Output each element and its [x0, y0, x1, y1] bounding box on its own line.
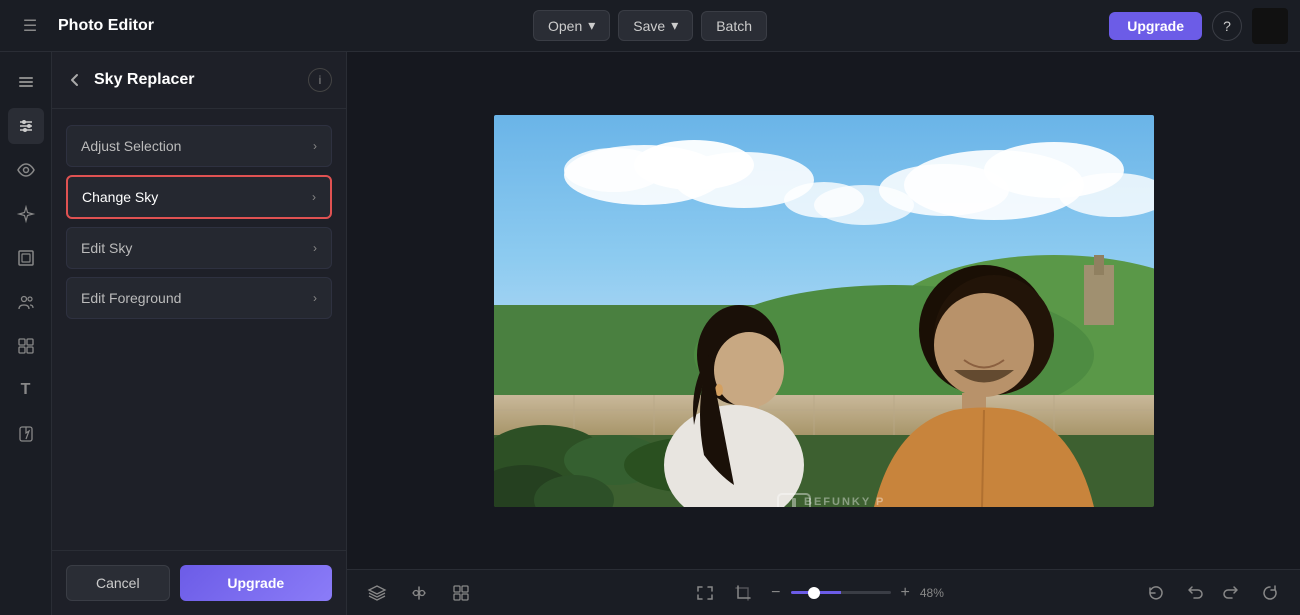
adjust-selection-label: Adjust Selection	[81, 138, 181, 154]
help-button[interactable]: ?	[1212, 11, 1242, 41]
hamburger-menu-button[interactable]: ☰	[12, 8, 48, 44]
app-title: Photo Editor	[58, 17, 154, 35]
topbar: ☰ Photo Editor Open ▾ Save ▾ Batch Upgra…	[0, 0, 1300, 52]
adjust-bottom-button[interactable]	[405, 579, 433, 607]
open-button[interactable]: Open ▾	[533, 10, 610, 41]
change-sky-chevron-icon: ›	[312, 190, 316, 204]
zoom-in-button[interactable]: +	[897, 580, 914, 606]
eye-icon	[16, 160, 36, 180]
sidebar-grid-button[interactable]	[8, 328, 44, 364]
undo-button[interactable]	[1180, 579, 1208, 607]
edit-sky-label: Edit Sky	[81, 240, 132, 256]
cancel-button[interactable]: Cancel	[66, 565, 170, 601]
panel-item-change-sky[interactable]: Change Sky ›	[66, 175, 332, 219]
text-icon: T	[21, 381, 31, 399]
adjust-sliders-icon	[16, 116, 36, 136]
open-chevron-icon: ▾	[588, 17, 595, 34]
crop-zoom-button[interactable]	[729, 579, 757, 607]
panel-back-button[interactable]	[66, 71, 84, 89]
sidebar-frame-button[interactable]	[8, 240, 44, 276]
zoom-in-icon: +	[901, 584, 910, 602]
change-sky-label: Change Sky	[82, 189, 158, 205]
layers-icon	[16, 72, 36, 92]
bottom-bar: − + 48%	[347, 569, 1300, 615]
upgrade-button[interactable]: Upgrade	[1109, 12, 1202, 40]
sidebar-people-button[interactable]	[8, 284, 44, 320]
panel-title: Sky Replacer	[94, 71, 298, 89]
adjust-selection-chevron-icon: ›	[313, 139, 317, 153]
redo-button[interactable]	[1218, 579, 1246, 607]
help-icon: ?	[1223, 18, 1231, 34]
bottom-bar-right	[956, 579, 1284, 607]
tool-panel: Sky Replacer i Adjust Selection › Change…	[52, 52, 347, 615]
topbar-center: Open ▾ Save ▾ Batch	[533, 10, 767, 41]
fit-screen-button[interactable]	[691, 579, 719, 607]
sidebar-adjust-button[interactable]	[8, 108, 44, 144]
panel-items-list: Adjust Selection › Change Sky › Edit Sky…	[52, 109, 346, 550]
save-button[interactable]: Save ▾	[618, 10, 693, 41]
panel-header: Sky Replacer i	[52, 52, 346, 109]
hamburger-icon: ☰	[23, 16, 37, 36]
zoom-controls: − + 48%	[767, 580, 956, 606]
sticker-icon	[16, 424, 36, 444]
icon-sidebar: T	[0, 52, 52, 615]
canvas-area: BEFUNKY P S	[347, 52, 1300, 615]
panel-item-edit-foreground[interactable]: Edit Foreground ›	[66, 277, 332, 319]
edit-sky-chevron-icon: ›	[313, 241, 317, 255]
reset-button[interactable]	[1256, 579, 1284, 607]
sparkle-icon	[16, 204, 36, 224]
bottom-bar-center: − + 48%	[691, 579, 956, 607]
avatar[interactable]	[1252, 8, 1288, 44]
bottom-bar-left	[363, 579, 691, 607]
sidebar-text-button[interactable]: T	[8, 372, 44, 408]
zoom-percentage: 48%	[920, 586, 956, 600]
panel-item-edit-sky[interactable]: Edit Sky ›	[66, 227, 332, 269]
topbar-left: ☰ Photo Editor	[12, 8, 533, 44]
sidebar-eye-button[interactable]	[8, 152, 44, 188]
topbar-right: Upgrade ?	[767, 8, 1288, 44]
panel-actions: Cancel Upgrade	[52, 550, 346, 615]
layers-bottom-button[interactable]	[363, 579, 391, 607]
sidebar-sparkle-button[interactable]	[8, 196, 44, 232]
info-icon: i	[319, 73, 322, 87]
panel-info-button[interactable]: i	[308, 68, 332, 92]
grid-icon	[16, 336, 36, 356]
zoom-out-button[interactable]: −	[767, 580, 784, 606]
main-content: T Sky Replacer i Ad	[0, 52, 1300, 615]
undo-history-button[interactable]	[1142, 579, 1170, 607]
photo-svg: BEFUNKY P S	[494, 115, 1154, 507]
batch-button[interactable]: Batch	[701, 11, 767, 41]
save-chevron-icon: ▾	[671, 17, 678, 34]
panel-item-adjust-selection[interactable]: Adjust Selection ›	[66, 125, 332, 167]
zoom-slider[interactable]	[791, 591, 891, 594]
edit-foreground-label: Edit Foreground	[81, 290, 181, 306]
edit-foreground-chevron-icon: ›	[313, 291, 317, 305]
layout-bottom-button[interactable]	[447, 579, 475, 607]
zoom-out-icon: −	[771, 584, 780, 602]
sidebar-layers-button[interactable]	[8, 64, 44, 100]
photo-canvas: BEFUNKY P S	[494, 115, 1154, 507]
canvas-workspace[interactable]: BEFUNKY P S	[347, 52, 1300, 569]
people-icon	[16, 292, 36, 312]
svg-text:BEFUNKY P: BEFUNKY P	[804, 496, 885, 507]
frame-icon	[16, 248, 36, 268]
panel-upgrade-button[interactable]: Upgrade	[180, 565, 332, 601]
sidebar-sticker-button[interactable]	[8, 416, 44, 452]
